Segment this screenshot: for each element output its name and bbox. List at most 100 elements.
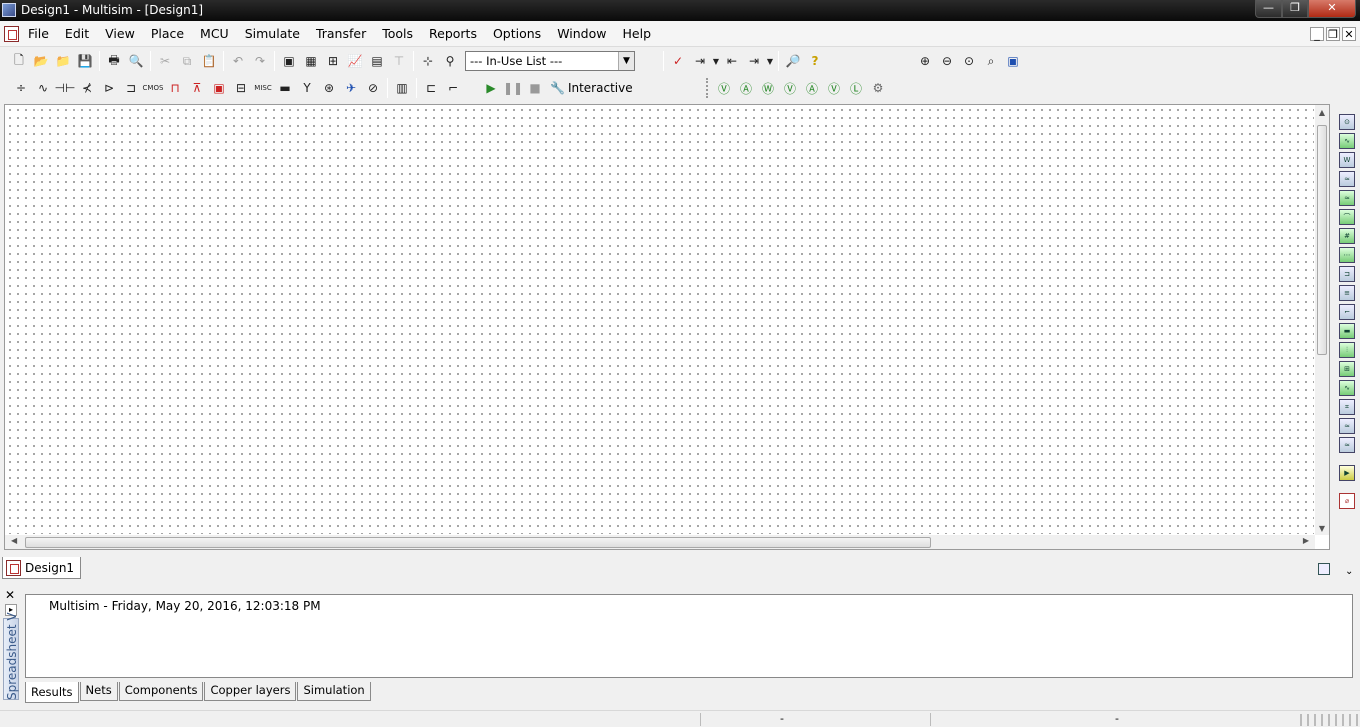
zoom-in-icon[interactable]: ⊕: [914, 50, 936, 72]
stop-icon[interactable]: ■: [524, 77, 546, 99]
menu-view[interactable]: View: [105, 26, 143, 41]
vertical-scroll-thumb[interactable]: [1317, 125, 1327, 355]
maximize-button[interactable]: ❐: [1282, 0, 1308, 18]
reference-probe-icon[interactable]: Ⓐ: [801, 77, 823, 99]
spreadsheet-view-icon[interactable]: ▦: [300, 50, 322, 72]
tab-copper-layers[interactable]: Copper layers: [204, 682, 297, 701]
tektronix-oscilloscope-icon[interactable]: ≈: [1339, 437, 1355, 453]
mdi-minimize-button[interactable]: _: [1310, 27, 1324, 41]
chevron-down-icon[interactable]: ▼: [711, 50, 721, 72]
component-wizard-icon[interactable]: ⊞: [322, 50, 344, 72]
place-mcu-icon[interactable]: ▥: [391, 77, 413, 99]
place-hierarchical-block-icon[interactable]: ⊏: [420, 77, 442, 99]
mdi-close-button[interactable]: ✕: [1342, 27, 1356, 41]
digital-probe-icon[interactable]: Ⓥ: [823, 77, 845, 99]
logic-converter-icon[interactable]: ⊐: [1339, 266, 1355, 282]
place-misc-digital-icon[interactable]: ⊓: [164, 77, 186, 99]
component-search-icon[interactable]: ⚲: [439, 50, 461, 72]
undo-icon[interactable]: ↶: [227, 50, 249, 72]
multisim-app-icon[interactable]: [2, 3, 16, 17]
network-analyzer-icon[interactable]: ⊞: [1339, 361, 1355, 377]
grapher-icon[interactable]: 📈: [344, 50, 366, 72]
open-folder-icon[interactable]: 📂: [30, 50, 52, 72]
run-icon[interactable]: ▶: [480, 77, 502, 99]
oscilloscope-icon[interactable]: ≈: [1339, 171, 1355, 187]
place-rf-icon[interactable]: Y: [296, 77, 318, 99]
hierarchy-icon[interactable]: ⊤: [388, 50, 410, 72]
place-cmos-icon[interactable]: CMOS: [142, 77, 164, 99]
iv-analyzer-icon[interactable]: ⌐: [1339, 304, 1355, 320]
cut-icon[interactable]: ✂: [154, 50, 176, 72]
save-icon[interactable]: 💾: [74, 50, 96, 72]
pause-icon[interactable]: ❚❚: [502, 77, 524, 99]
horizontal-scrollbar[interactable]: ◀ ▶: [5, 535, 1315, 549]
zoom-out-icon[interactable]: ⊖: [936, 50, 958, 72]
word-generator-icon[interactable]: ⋯: [1339, 247, 1355, 263]
menu-tools[interactable]: Tools: [382, 26, 421, 41]
bode-plotter-icon[interactable]: ⌒: [1339, 209, 1355, 225]
menu-window[interactable]: Window: [557, 26, 614, 41]
print-preview-icon[interactable]: 🔍: [125, 50, 147, 72]
tab-results[interactable]: Results: [25, 682, 79, 703]
place-analog-icon[interactable]: ⊳: [98, 77, 120, 99]
place-connector-icon[interactable]: ⊘: [362, 77, 384, 99]
spreadsheet-view-side-tab[interactable]: Spreadsheet V: [3, 612, 19, 700]
voltage-current-probe-icon[interactable]: Ⓛ: [845, 77, 867, 99]
zoom-fit-icon[interactable]: ⌕: [980, 50, 1002, 72]
current-clamp-icon[interactable]: ⌀: [1339, 493, 1355, 509]
agilent-multimeter-icon[interactable]: ⌗: [1339, 399, 1355, 415]
in-use-list-dropdown[interactable]: --- In-Use List --- ▼: [465, 51, 635, 71]
menu-edit[interactable]: Edit: [65, 26, 97, 41]
place-advanced-peripherals-icon[interactable]: ▬: [274, 77, 296, 99]
voltage-probe-icon[interactable]: Ⓥ: [713, 77, 735, 99]
menu-options[interactable]: Options: [493, 26, 549, 41]
place-ttl-icon[interactable]: ⊐: [120, 77, 142, 99]
chevron-down-icon[interactable]: ⌄: [1345, 566, 1353, 577]
close-button[interactable]: ✕: [1308, 0, 1356, 18]
tab-nets[interactable]: Nets: [79, 682, 118, 701]
menu-simulate[interactable]: Simulate: [245, 26, 308, 41]
schematic-canvas-grid[interactable]: [6, 106, 1314, 534]
paste-icon[interactable]: 📋: [198, 50, 220, 72]
new-file-icon[interactable]: 🗋: [8, 50, 30, 72]
transfer-icon[interactable]: ⇥: [743, 50, 765, 72]
find-icon[interactable]: 🔎: [782, 50, 804, 72]
place-basic-icon[interactable]: ∿: [32, 77, 54, 99]
function-generator-icon[interactable]: ∿: [1339, 133, 1355, 149]
place-indicator-icon[interactable]: ▣: [208, 77, 230, 99]
back-annotate-icon[interactable]: ⇥: [689, 50, 711, 72]
tab-components[interactable]: Components: [118, 682, 204, 701]
spectrum-analyzer-icon[interactable]: ⫶: [1339, 342, 1355, 358]
agilent-function-generator-icon[interactable]: ∿: [1339, 380, 1355, 396]
place-mixed-icon[interactable]: ⊼: [186, 77, 208, 99]
chevron-down-icon[interactable]: ▼: [618, 52, 634, 70]
scroll-up-icon[interactable]: ▲: [1317, 108, 1327, 117]
current-probe-icon[interactable]: Ⓐ: [735, 77, 757, 99]
database-manager-icon[interactable]: ▤: [366, 50, 388, 72]
distortion-analyzer-icon[interactable]: ▬: [1339, 323, 1355, 339]
power-probe-icon[interactable]: Ⓦ: [757, 77, 779, 99]
document-icon[interactable]: [4, 26, 19, 42]
electrical-rules-check-icon[interactable]: ✓: [667, 50, 689, 72]
chevron-down-icon[interactable]: ▼: [765, 50, 775, 72]
place-bus-icon[interactable]: ⌐: [442, 77, 464, 99]
place-electromechanical-icon[interactable]: ⊛: [318, 77, 340, 99]
multimeter-icon[interactable]: ⊙: [1339, 114, 1355, 130]
differential-voltage-probe-icon[interactable]: Ⓥ: [779, 77, 801, 99]
resize-grip[interactable]: [1300, 714, 1358, 726]
labview-instrument-icon[interactable]: ▶: [1339, 465, 1355, 481]
menu-file[interactable]: File: [28, 26, 57, 41]
place-power-icon[interactable]: ⊟: [230, 77, 252, 99]
tab-simulation[interactable]: Simulation: [297, 682, 371, 701]
vertical-scrollbar[interactable]: ▲ ▼: [1315, 105, 1329, 535]
place-transistor-icon[interactable]: ⊀: [76, 77, 98, 99]
forward-annotate-icon[interactable]: ⇤: [721, 50, 743, 72]
menu-transfer[interactable]: Transfer: [316, 26, 374, 41]
scroll-right-icon[interactable]: ▶: [1303, 536, 1309, 545]
design-tab[interactable]: Design1: [2, 557, 82, 579]
scroll-down-icon[interactable]: ▼: [1317, 524, 1327, 533]
scroll-left-icon[interactable]: ◀: [11, 536, 17, 545]
copy-icon[interactable]: ⧉: [176, 50, 198, 72]
logic-analyzer-icon[interactable]: ≡: [1339, 285, 1355, 301]
wattmeter-icon[interactable]: W: [1339, 152, 1355, 168]
